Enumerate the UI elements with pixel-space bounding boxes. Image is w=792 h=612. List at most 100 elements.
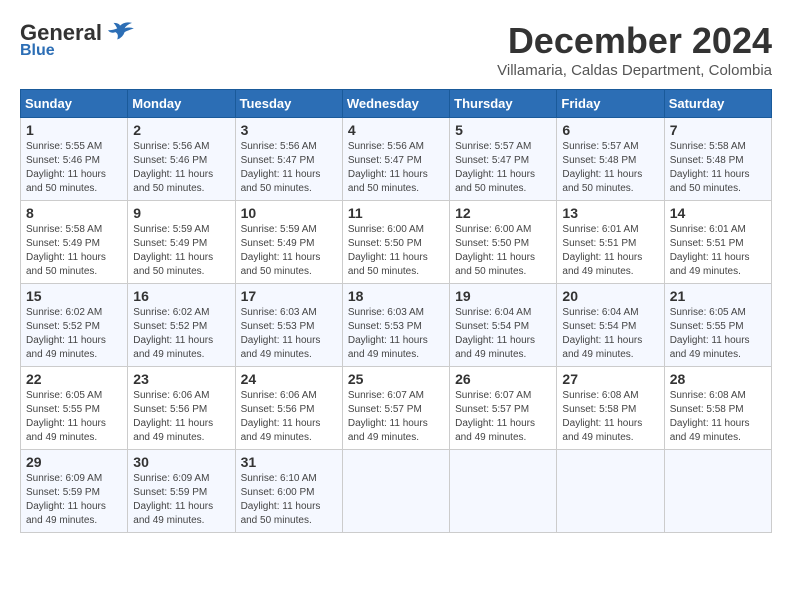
calendar-cell bbox=[342, 450, 449, 533]
day-info: Sunrise: 5:56 AMSunset: 5:47 PMDaylight:… bbox=[348, 140, 444, 196]
day-info: Sunrise: 6:07 AMSunset: 5:57 PMDaylight:… bbox=[455, 389, 551, 445]
calendar-cell: 11 Sunrise: 6:00 AMSunset: 5:50 PMDaylig… bbox=[342, 201, 449, 284]
day-info: Sunrise: 5:57 AMSunset: 5:48 PMDaylight:… bbox=[562, 140, 658, 196]
day-number: 29 bbox=[26, 454, 122, 470]
weekday-header-friday: Friday bbox=[557, 90, 664, 118]
day-info: Sunrise: 5:57 AMSunset: 5:47 PMDaylight:… bbox=[455, 140, 551, 196]
calendar-cell: 21 Sunrise: 6:05 AMSunset: 5:55 PMDaylig… bbox=[664, 284, 771, 367]
day-number: 18 bbox=[348, 288, 444, 304]
day-number: 4 bbox=[348, 122, 444, 138]
day-info: Sunrise: 6:04 AMSunset: 5:54 PMDaylight:… bbox=[562, 306, 658, 362]
logo: General Blue bbox=[20, 20, 134, 60]
calendar-cell: 31 Sunrise: 6:10 AMSunset: 6:00 PMDaylig… bbox=[235, 450, 342, 533]
day-info: Sunrise: 6:04 AMSunset: 5:54 PMDaylight:… bbox=[455, 306, 551, 362]
day-info: Sunrise: 5:55 AMSunset: 5:46 PMDaylight:… bbox=[26, 140, 122, 196]
calendar-cell: 22 Sunrise: 6:05 AMSunset: 5:55 PMDaylig… bbox=[21, 367, 128, 450]
day-number: 5 bbox=[455, 122, 551, 138]
day-number: 2 bbox=[133, 122, 229, 138]
calendar-cell: 24 Sunrise: 6:06 AMSunset: 5:56 PMDaylig… bbox=[235, 367, 342, 450]
day-info: Sunrise: 6:01 AMSunset: 5:51 PMDaylight:… bbox=[670, 223, 766, 279]
day-number: 10 bbox=[241, 205, 337, 221]
calendar-cell: 14 Sunrise: 6:01 AMSunset: 5:51 PMDaylig… bbox=[664, 201, 771, 284]
day-info: Sunrise: 6:06 AMSunset: 5:56 PMDaylight:… bbox=[133, 389, 229, 445]
calendar-cell: 17 Sunrise: 6:03 AMSunset: 5:53 PMDaylig… bbox=[235, 284, 342, 367]
day-info: Sunrise: 6:01 AMSunset: 5:51 PMDaylight:… bbox=[562, 223, 658, 279]
calendar-cell: 25 Sunrise: 6:07 AMSunset: 5:57 PMDaylig… bbox=[342, 367, 449, 450]
day-number: 11 bbox=[348, 205, 444, 221]
calendar-cell: 10 Sunrise: 5:59 AMSunset: 5:49 PMDaylig… bbox=[235, 201, 342, 284]
day-number: 24 bbox=[241, 371, 337, 387]
day-number: 30 bbox=[133, 454, 229, 470]
day-number: 9 bbox=[133, 205, 229, 221]
day-number: 16 bbox=[133, 288, 229, 304]
header: General Blue December 2024 Villamaria, C… bbox=[20, 20, 772, 79]
title-area: December 2024 Villamaria, Caldas Departm… bbox=[497, 20, 772, 79]
day-info: Sunrise: 6:03 AMSunset: 5:53 PMDaylight:… bbox=[241, 306, 337, 362]
day-number: 19 bbox=[455, 288, 551, 304]
day-number: 26 bbox=[455, 371, 551, 387]
day-number: 8 bbox=[26, 205, 122, 221]
weekday-header-monday: Monday bbox=[128, 90, 235, 118]
weekday-header-saturday: Saturday bbox=[664, 90, 771, 118]
weekday-header-wednesday: Wednesday bbox=[342, 90, 449, 118]
day-number: 20 bbox=[562, 288, 658, 304]
weekday-header-thursday: Thursday bbox=[450, 90, 557, 118]
calendar-cell: 5 Sunrise: 5:57 AMSunset: 5:47 PMDayligh… bbox=[450, 118, 557, 201]
weekday-header-tuesday: Tuesday bbox=[235, 90, 342, 118]
week-row-2: 8 Sunrise: 5:58 AMSunset: 5:49 PMDayligh… bbox=[21, 201, 772, 284]
day-number: 12 bbox=[455, 205, 551, 221]
month-title: December 2024 bbox=[497, 20, 772, 62]
day-info: Sunrise: 6:02 AMSunset: 5:52 PMDaylight:… bbox=[26, 306, 122, 362]
day-number: 13 bbox=[562, 205, 658, 221]
day-number: 14 bbox=[670, 205, 766, 221]
day-info: Sunrise: 5:59 AMSunset: 5:49 PMDaylight:… bbox=[133, 223, 229, 279]
calendar-cell: 1 Sunrise: 5:55 AMSunset: 5:46 PMDayligh… bbox=[21, 118, 128, 201]
calendar-cell: 28 Sunrise: 6:08 AMSunset: 5:58 PMDaylig… bbox=[664, 367, 771, 450]
day-info: Sunrise: 5:56 AMSunset: 5:46 PMDaylight:… bbox=[133, 140, 229, 196]
day-info: Sunrise: 6:09 AMSunset: 5:59 PMDaylight:… bbox=[26, 472, 122, 528]
week-row-3: 15 Sunrise: 6:02 AMSunset: 5:52 PMDaylig… bbox=[21, 284, 772, 367]
day-info: Sunrise: 5:58 AMSunset: 5:49 PMDaylight:… bbox=[26, 223, 122, 279]
calendar-cell: 23 Sunrise: 6:06 AMSunset: 5:56 PMDaylig… bbox=[128, 367, 235, 450]
day-info: Sunrise: 5:58 AMSunset: 5:48 PMDaylight:… bbox=[670, 140, 766, 196]
calendar-cell: 20 Sunrise: 6:04 AMSunset: 5:54 PMDaylig… bbox=[557, 284, 664, 367]
weekday-header-sunday: Sunday bbox=[21, 90, 128, 118]
location-title: Villamaria, Caldas Department, Colombia bbox=[497, 62, 772, 79]
day-number: 1 bbox=[26, 122, 122, 138]
day-number: 3 bbox=[241, 122, 337, 138]
day-info: Sunrise: 6:05 AMSunset: 5:55 PMDaylight:… bbox=[26, 389, 122, 445]
day-number: 27 bbox=[562, 371, 658, 387]
calendar-cell: 27 Sunrise: 6:08 AMSunset: 5:58 PMDaylig… bbox=[557, 367, 664, 450]
calendar-cell: 13 Sunrise: 6:01 AMSunset: 5:51 PMDaylig… bbox=[557, 201, 664, 284]
calendar-cell: 30 Sunrise: 6:09 AMSunset: 5:59 PMDaylig… bbox=[128, 450, 235, 533]
calendar-cell bbox=[664, 450, 771, 533]
calendar-cell: 4 Sunrise: 5:56 AMSunset: 5:47 PMDayligh… bbox=[342, 118, 449, 201]
calendar-cell: 16 Sunrise: 6:02 AMSunset: 5:52 PMDaylig… bbox=[128, 284, 235, 367]
day-info: Sunrise: 6:00 AMSunset: 5:50 PMDaylight:… bbox=[348, 223, 444, 279]
day-info: Sunrise: 6:08 AMSunset: 5:58 PMDaylight:… bbox=[562, 389, 658, 445]
day-info: Sunrise: 6:05 AMSunset: 5:55 PMDaylight:… bbox=[670, 306, 766, 362]
day-info: Sunrise: 5:56 AMSunset: 5:47 PMDaylight:… bbox=[241, 140, 337, 196]
calendar-table: SundayMondayTuesdayWednesdayThursdayFrid… bbox=[20, 89, 772, 533]
logo-bird-icon bbox=[106, 21, 134, 45]
day-info: Sunrise: 6:08 AMSunset: 5:58 PMDaylight:… bbox=[670, 389, 766, 445]
calendar-cell: 9 Sunrise: 5:59 AMSunset: 5:49 PMDayligh… bbox=[128, 201, 235, 284]
day-info: Sunrise: 6:10 AMSunset: 6:00 PMDaylight:… bbox=[241, 472, 337, 528]
calendar-cell: 15 Sunrise: 6:02 AMSunset: 5:52 PMDaylig… bbox=[21, 284, 128, 367]
day-info: Sunrise: 6:02 AMSunset: 5:52 PMDaylight:… bbox=[133, 306, 229, 362]
calendar-cell: 3 Sunrise: 5:56 AMSunset: 5:47 PMDayligh… bbox=[235, 118, 342, 201]
calendar-cell: 2 Sunrise: 5:56 AMSunset: 5:46 PMDayligh… bbox=[128, 118, 235, 201]
day-info: Sunrise: 5:59 AMSunset: 5:49 PMDaylight:… bbox=[241, 223, 337, 279]
day-number: 7 bbox=[670, 122, 766, 138]
day-number: 6 bbox=[562, 122, 658, 138]
day-info: Sunrise: 6:06 AMSunset: 5:56 PMDaylight:… bbox=[241, 389, 337, 445]
week-row-1: 1 Sunrise: 5:55 AMSunset: 5:46 PMDayligh… bbox=[21, 118, 772, 201]
day-number: 17 bbox=[241, 288, 337, 304]
weekday-header-row: SundayMondayTuesdayWednesdayThursdayFrid… bbox=[21, 90, 772, 118]
day-info: Sunrise: 6:07 AMSunset: 5:57 PMDaylight:… bbox=[348, 389, 444, 445]
calendar-cell: 18 Sunrise: 6:03 AMSunset: 5:53 PMDaylig… bbox=[342, 284, 449, 367]
day-number: 21 bbox=[670, 288, 766, 304]
calendar-cell: 29 Sunrise: 6:09 AMSunset: 5:59 PMDaylig… bbox=[21, 450, 128, 533]
day-number: 28 bbox=[670, 371, 766, 387]
day-number: 23 bbox=[133, 371, 229, 387]
